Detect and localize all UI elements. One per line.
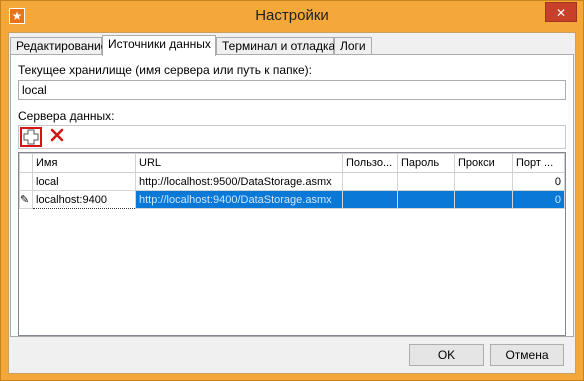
servers-table: Имя URL Пользо... Пароль Прокси Порт ...… (19, 153, 565, 209)
cell-url[interactable]: http://localhost:9500/DataStorage.asmx (135, 172, 343, 191)
cancel-button[interactable]: Отмена (490, 344, 564, 366)
window-title: Настройки (255, 7, 329, 24)
row-header-corner (19, 153, 33, 173)
tab-data-sources[interactable]: Источники данных (102, 35, 216, 56)
row-marker (19, 172, 33, 191)
column-header-name[interactable]: Имя (32, 153, 136, 173)
cell-name[interactable]: localhost:9400 (32, 190, 136, 209)
close-button[interactable]: ✕ (545, 2, 577, 22)
cell-user[interactable] (342, 190, 398, 209)
plus-icon (23, 129, 39, 145)
title-bar[interactable]: ★ Настройки ✕ (1, 1, 583, 32)
tab-terminal-debug[interactable]: Терминал и отладка (216, 37, 335, 55)
column-header-proxy[interactable]: Прокси (454, 153, 513, 173)
cell-url[interactable]: http://localhost:9400/DataStorage.asmx (135, 190, 343, 209)
cell-user[interactable] (342, 172, 398, 191)
column-header-port[interactable]: Порт ... (512, 153, 565, 173)
tab-logs[interactable]: Логи (334, 37, 372, 55)
cell-port[interactable]: 0 (512, 172, 565, 191)
data-sources-panel: Текущее хранилище (имя сервера или путь … (10, 54, 574, 337)
column-header-user[interactable]: Пользо... (342, 153, 398, 173)
servers-label: Сервера данных: (18, 109, 115, 123)
grid-header-row: Имя URL Пользо... Пароль Прокси Порт ... (19, 153, 565, 173)
servers-grid: Имя URL Пользо... Пароль Прокси Порт ...… (18, 152, 566, 336)
settings-window: ★ Настройки ✕ Редактирование Источники д… (0, 0, 584, 381)
delete-server-button[interactable] (46, 127, 68, 147)
cell-proxy[interactable] (454, 172, 513, 191)
red-x-icon (50, 128, 64, 142)
servers-toolbar (18, 125, 566, 149)
dialog-client: Редактирование Источники данных Терминал… (8, 32, 576, 374)
table-row-selected[interactable]: ✎ localhost:9400 http://localhost:9400/D… (19, 190, 565, 209)
cell-proxy[interactable] (454, 190, 513, 209)
add-server-button[interactable] (20, 127, 42, 147)
storage-label: Текущее хранилище (имя сервера или путь … (18, 63, 312, 77)
cell-password[interactable] (397, 172, 455, 191)
storage-input[interactable]: local (18, 80, 566, 100)
cell-name[interactable]: local (32, 172, 136, 191)
cell-port[interactable]: 0 (512, 190, 565, 209)
ok-button[interactable]: OK (409, 344, 484, 366)
tab-editing[interactable]: Редактирование (10, 37, 107, 55)
column-header-url[interactable]: URL (135, 153, 343, 173)
cell-password[interactable] (397, 190, 455, 209)
row-edit-pencil-icon: ✎ (19, 190, 33, 209)
column-header-password[interactable]: Пароль (397, 153, 455, 173)
table-row[interactable]: local http://localhost:9500/DataStorage.… (19, 172, 565, 191)
